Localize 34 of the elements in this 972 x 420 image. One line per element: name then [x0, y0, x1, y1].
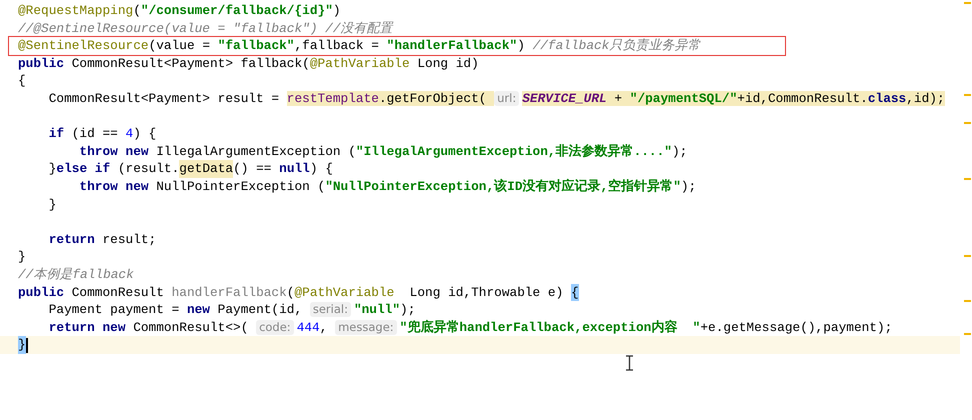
code-line: if (id == 4) { — [48, 125, 158, 143]
parameter-hint: message: — [335, 320, 397, 335]
code-line: return result; — [48, 230, 158, 248]
code-text: SERVICE_URL + "/paymentSQL/"+id,CommonResult.class,id); — [522, 90, 945, 108]
error-stripe-mark[interactable] — [964, 178, 971, 180]
parameter-hint: serial: — [310, 302, 351, 318]
error-stripe-mark[interactable] — [964, 333, 971, 335]
code-line: @SentinelResource(value = "fallback",fallback = "handlerFallback") //fallback只负责业务异常 — [9, 37, 785, 55]
code-line: } — [17, 248, 27, 266]
code-line: } — [48, 196, 58, 214]
code-line: //@SentinelResource(value = "fallback") //没有配置 — [17, 20, 394, 38]
parameter-hint: code: — [256, 320, 294, 335]
code-line: }else if (result.getData() == null) { — [48, 160, 334, 178]
code-line: public CommonResult<Payment> fallback(@PathVariable Long id) — [17, 54, 480, 72]
parameter-hint: url: — [494, 91, 520, 106]
code-text: CommonResult<Payment> result = restTemplate.getForObject( — [18, 90, 494, 108]
code-text: 444, — [296, 318, 328, 336]
error-stripe-mark[interactable] — [964, 94, 971, 96]
text-cursor-icon — [625, 355, 634, 371]
error-stripe-mark[interactable] — [964, 2, 971, 4]
code-text: "兜底异常handlerFallback,exception内容 "+e.getMessage(),payment); — [400, 318, 892, 336]
code-line: //本例是fallback — [17, 266, 135, 284]
code-text: return new CommonResult<>( — [48, 318, 250, 336]
code-text: "null"); — [354, 301, 416, 319]
code-line: @RequestMapping("/consumer/fallback/{id}") — [17, 2, 342, 20]
code-line: { — [17, 72, 27, 90]
text-caret — [26, 338, 28, 353]
code-line: throw new NullPointerException ("NullPointerException,该ID没有对应记录,空指针异常"); — [78, 178, 698, 196]
code-text: Payment payment = new Payment(id, — [48, 301, 304, 319]
code-line: public CommonResult handlerFallback(@PathVariable Long id,Throwable e) { — [17, 284, 580, 302]
code-line: throw new IllegalArgumentException ("IllegalArgumentException,非法参数异常...."); — [78, 142, 688, 160]
error-stripe-mark[interactable] — [964, 300, 971, 302]
error-stripe-mark[interactable] — [964, 255, 971, 257]
error-stripe-mark[interactable] — [964, 122, 971, 124]
